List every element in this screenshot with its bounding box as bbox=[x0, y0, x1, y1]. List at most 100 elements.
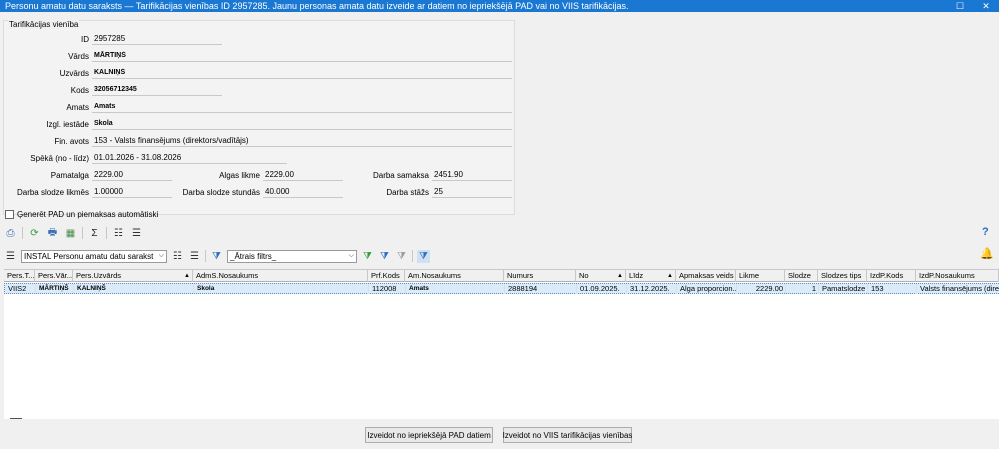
table-cell: Valsts finansējums (direk bbox=[917, 284, 999, 294]
window-title: Personu amatu datu saraksts — Tarifikāci… bbox=[5, 1, 629, 11]
table-cell: Pamatslodze bbox=[819, 284, 868, 294]
chevron-down-icon: ⌵ bbox=[158, 251, 164, 259]
table-cell: 1 bbox=[786, 284, 819, 294]
column-header[interactable]: Pers.Uzvārds ▲ bbox=[73, 270, 193, 282]
chevron-down-icon: ⌵ bbox=[348, 251, 354, 259]
table-cell: VIIS2 bbox=[5, 284, 36, 294]
sort-icon: ▲ bbox=[667, 273, 673, 279]
id-field[interactable]: 2957285 bbox=[92, 34, 222, 45]
slodze-likmes-field[interactable]: 1.00000 bbox=[92, 187, 172, 198]
layout-select-value: INSTAL Personu amatu datu sarakst bbox=[24, 251, 154, 261]
table-cell: 2229.00 bbox=[737, 284, 786, 294]
toolbar-separator bbox=[22, 227, 23, 239]
advanced-filter-icon[interactable]: ⧩ bbox=[417, 249, 430, 263]
vards-label: Vārds bbox=[68, 52, 89, 61]
quick-filter-value: _Ātrais filtrs_ bbox=[230, 251, 277, 261]
layout-edit-icon[interactable]: ☰ bbox=[188, 250, 201, 263]
uzvards-label: Uzvārds bbox=[59, 69, 89, 78]
help-icon[interactable]: ? bbox=[982, 226, 992, 239]
print-preview-icon[interactable]: ⎙ bbox=[4, 227, 17, 240]
darba-samaksa-label: Darba samaksa bbox=[372, 171, 429, 180]
table-cell: KALNIŅŠ bbox=[74, 284, 194, 294]
column-header[interactable]: Slodze bbox=[785, 270, 818, 282]
speka-label: Spēkā (no - līdz) bbox=[30, 154, 89, 163]
apply-filter-icon[interactable]: ⧩ bbox=[361, 250, 374, 263]
column-header[interactable]: Pers.Vār... bbox=[35, 270, 73, 282]
toolbar-separator bbox=[106, 227, 107, 239]
pamatalga-label: Pamatalga bbox=[50, 171, 89, 180]
column-header[interactable]: Numurs bbox=[504, 270, 576, 282]
window-titlebar: Personu amatu datu saraksts — Tarifikāci… bbox=[0, 0, 999, 12]
tree-icon[interactable]: ☰ bbox=[130, 227, 143, 240]
iestade-field[interactable]: Skola bbox=[92, 119, 512, 130]
sum-icon[interactable]: Σ bbox=[88, 227, 101, 240]
export-icon[interactable]: ▦ bbox=[64, 227, 77, 240]
column-header-label: Pers.Uzvārds bbox=[76, 271, 122, 280]
column-header[interactable]: AdmS.Nosaukums bbox=[193, 270, 368, 282]
column-header[interactable]: Likme bbox=[736, 270, 785, 282]
id-label: ID bbox=[81, 35, 89, 44]
slodze-stundas-label: Darba slodze stundās bbox=[182, 188, 260, 197]
column-header[interactable]: Slodzes tips bbox=[818, 270, 867, 282]
column-header[interactable]: IzdP.Nosaukums bbox=[916, 270, 999, 282]
quick-filter-select[interactable]: _Ātrais filtrs_ ⌵ bbox=[227, 249, 357, 263]
table-cell: Alga proporcion... bbox=[677, 284, 737, 294]
edit-filter-icon[interactable]: ⧩ bbox=[378, 250, 391, 263]
create-from-pad-button[interactable]: Izveidot no iepriekšējā PAD datiem bbox=[365, 427, 493, 443]
column-header-label: Līdz bbox=[629, 271, 644, 280]
kods-label: Kods bbox=[70, 86, 89, 95]
fin-avots-field[interactable]: 153 - Valsts finansējums (direktors/vadī… bbox=[92, 136, 512, 147]
pamatalga-field[interactable]: 2229.00 bbox=[92, 170, 172, 181]
toolbar-separator bbox=[412, 250, 413, 262]
bell-icon[interactable]: 🔔 bbox=[980, 247, 994, 261]
darba-stazs-field[interactable]: 25 bbox=[432, 187, 512, 198]
pad-grid[interactable]: Pers.T... Pers.Vār... Pers.Uzvārds ▲ AdmS… bbox=[4, 269, 999, 419]
action-toolbar: ⎙ ⟳ 🖶 ▦ Σ ☷ ☰ bbox=[4, 226, 143, 240]
toolbar-separator bbox=[205, 250, 206, 262]
auto-generate-checkbox[interactable] bbox=[5, 210, 14, 219]
algas-likme-field[interactable]: 2229.00 bbox=[263, 170, 343, 181]
main-panel: Tarifikācijas vienība ID 2957285 Vārds M… bbox=[0, 12, 999, 449]
iestade-label: Izgl. iestāde bbox=[46, 120, 89, 129]
layout-select[interactable]: INSTAL Personu amatu datu sarakst ⌵ bbox=[21, 249, 167, 263]
column-header[interactable]: Prf.Kods bbox=[368, 270, 405, 282]
table-cell: Amats bbox=[406, 284, 505, 294]
uzvards-field[interactable]: KALNIŅŠ bbox=[92, 68, 512, 79]
algas-likme-label: Algas likme bbox=[219, 171, 260, 180]
filter-icon[interactable]: ⧩ bbox=[210, 250, 223, 263]
group-title: Tarifikācijas vienība bbox=[8, 20, 80, 29]
column-header[interactable]: Apmaksas veids bbox=[676, 270, 736, 282]
create-from-viis-button[interactable]: Izveidot no VIIS tarifikācijas vienības bbox=[503, 427, 632, 443]
table-cell: 112008 bbox=[369, 284, 406, 294]
column-header[interactable]: Am.Nosaukums bbox=[405, 270, 504, 282]
slodze-stundas-field[interactable]: 40.000 bbox=[263, 187, 343, 198]
slodze-likmes-label: Darba slodze likmēs bbox=[16, 188, 89, 197]
grid-header: Pers.T... Pers.Vār... Pers.Uzvārds ▲ AdmS… bbox=[4, 270, 999, 282]
kods-field[interactable]: 32056712345 bbox=[92, 85, 222, 96]
filter-toolbar: ☰ INSTAL Personu amatu datu sarakst ⌵ ☷ … bbox=[4, 248, 430, 264]
close-icon[interactable]: ✕ bbox=[973, 0, 999, 12]
table-row[interactable]: VIIS2 MĀRTIŅŠ KALNIŅŠ Skola 112008 Amats… bbox=[4, 283, 999, 294]
layout-list-icon[interactable]: ☰ bbox=[4, 250, 17, 263]
refresh-icon[interactable]: ⟳ bbox=[28, 227, 41, 240]
column-header[interactable]: No ▲ bbox=[576, 270, 626, 282]
fin-avots-label: Fin. avots bbox=[54, 137, 89, 146]
darba-samaksa-field[interactable]: 2451.90 bbox=[432, 170, 512, 181]
maximize-icon[interactable]: ☐ bbox=[947, 0, 973, 12]
amats-field[interactable]: Amats bbox=[92, 102, 512, 113]
sort-asc-icon: ▲ bbox=[184, 273, 190, 279]
column-header[interactable]: IzdP.Kods bbox=[867, 270, 916, 282]
columns-icon[interactable]: ☷ bbox=[112, 227, 125, 240]
toolbar-separator bbox=[82, 227, 83, 239]
speka-field[interactable]: 01.01.2026 - 31.08.2026 bbox=[92, 153, 287, 164]
vards-field[interactable]: MĀRTIŅŠ bbox=[92, 51, 512, 62]
column-header-label: No bbox=[579, 271, 589, 280]
table-cell: 2888194 bbox=[505, 284, 577, 294]
print-icon[interactable]: 🖶 bbox=[46, 227, 59, 240]
table-cell: MĀRTIŅŠ bbox=[36, 284, 74, 294]
column-header[interactable]: Pers.T... bbox=[4, 270, 35, 282]
auto-generate-checkbox-row[interactable]: Ģenerēt PAD un piemaksas automātiski bbox=[5, 210, 158, 219]
clear-filter-icon[interactable]: ⧩ bbox=[395, 250, 408, 263]
layout-add-icon[interactable]: ☷ bbox=[171, 250, 184, 263]
column-header[interactable]: Līdz ▲ bbox=[626, 270, 676, 282]
